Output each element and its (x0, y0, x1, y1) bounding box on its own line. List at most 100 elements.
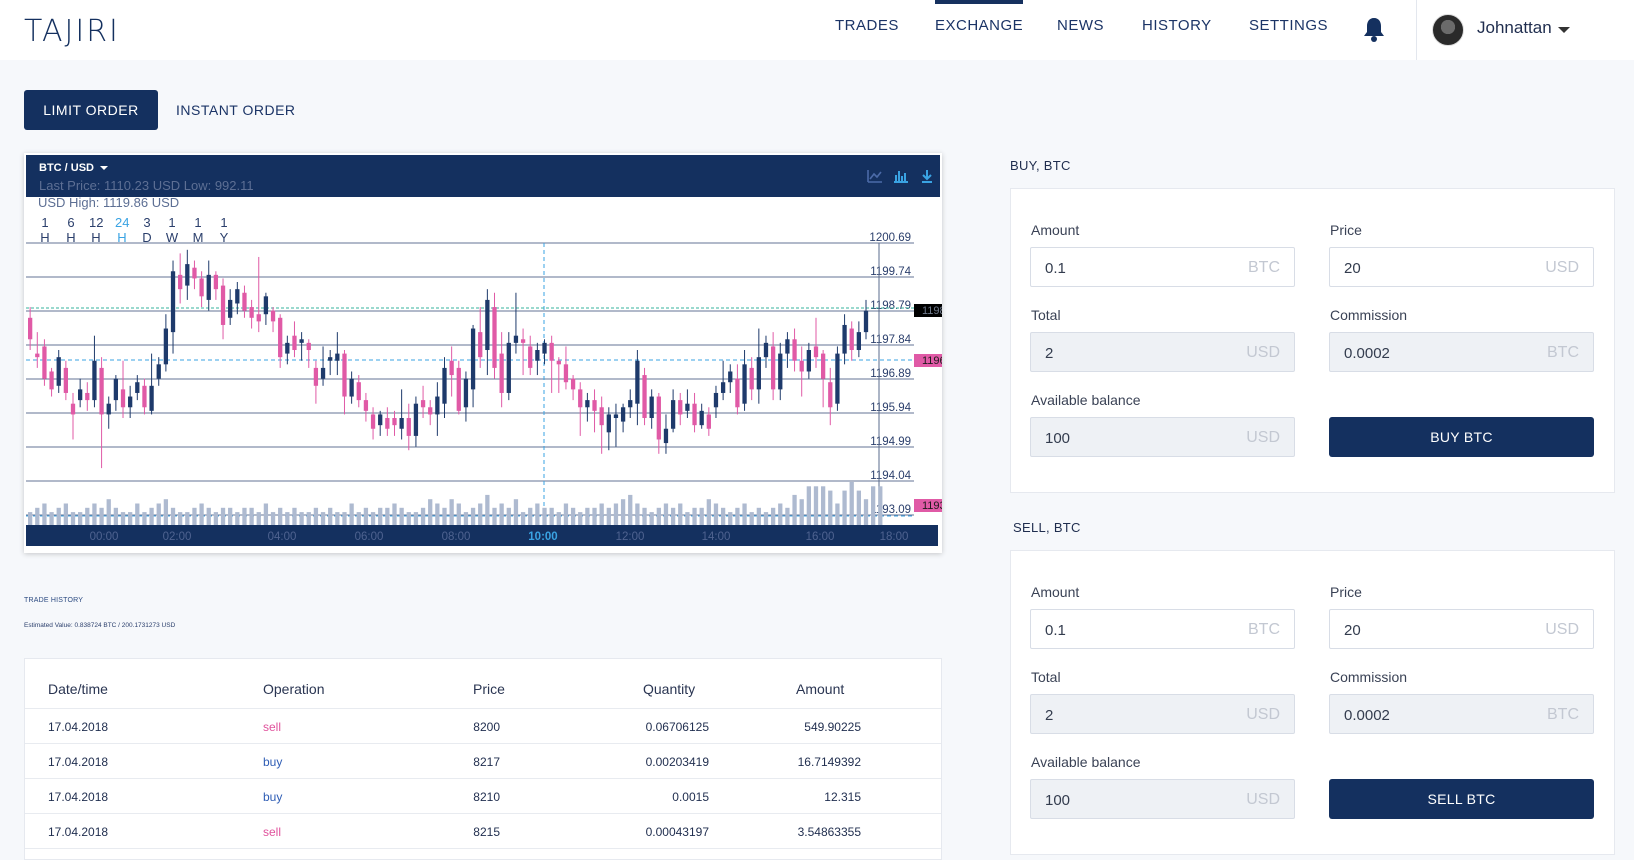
tab-limit-order[interactable]: LIMIT ORDER (24, 90, 158, 130)
sell-commission-field: 0.0002 BTC (1329, 694, 1594, 734)
sell-total-unit: USD (1246, 706, 1280, 723)
cell-date: 17.04.2018 (48, 825, 109, 839)
username[interactable]: Johnattan (1477, 18, 1552, 38)
candle (128, 396, 133, 408)
volume-bar (620, 499, 626, 525)
price-chart[interactable]: 1200.69 1199.74 1198.79 1197.84 1196.89 1195.… (24, 153, 942, 553)
candle (549, 342, 554, 361)
period-option[interactable]: 6H (64, 215, 78, 245)
table-row[interactable]: 17.04.2018 sell 8200 0.06706125 549.90225 (25, 709, 941, 744)
x-tick-label: 02:00 (163, 531, 192, 543)
volume-bar (570, 507, 576, 525)
buy-form: Amount 0.1 BTC Price 20 USD Total 2 USD … (1010, 188, 1615, 493)
avatar[interactable] (1432, 14, 1464, 46)
bell-icon[interactable] (1362, 16, 1386, 42)
x-tick-label: 14:00 (702, 531, 731, 543)
volume-bar (92, 503, 97, 525)
buy-amount-unit: BTC (1248, 259, 1280, 276)
candle (235, 289, 240, 304)
candle (506, 342, 511, 393)
candle (263, 296, 269, 315)
nav-history[interactable]: HISTORY (1142, 0, 1212, 60)
volume-bar (406, 512, 411, 525)
volume-bar (328, 507, 333, 525)
buy-amount-value: 0.1 (1045, 260, 1066, 277)
volume-bar (628, 494, 633, 525)
volume-bar (563, 503, 569, 525)
volume-bar (170, 507, 176, 525)
buy-btc-button[interactable]: BUY BTC (1329, 417, 1594, 457)
cell-date: 17.04.2018 (48, 790, 109, 804)
volume-bar (442, 507, 447, 525)
volume-bar (699, 507, 704, 525)
nav-news[interactable]: NEWS (1057, 0, 1104, 60)
table-row[interactable]: 17.04.2018 buy 8210 0.0015 12.315 (25, 779, 941, 814)
period-option[interactable]: 1Y (217, 215, 231, 245)
volume-bar (28, 512, 33, 525)
volume-bar (663, 503, 669, 525)
volume-bar (785, 507, 790, 525)
volume-bar (599, 503, 604, 525)
sell-price-field[interactable]: 20 USD (1329, 609, 1594, 649)
bar-chart-icon[interactable] (892, 167, 910, 185)
sell-amount-field[interactable]: 0.1 BTC (1030, 609, 1295, 649)
sell-price-value: 20 (1344, 622, 1361, 639)
candle (828, 382, 833, 408)
candle (713, 392, 719, 408)
chevron-down-icon[interactable] (1558, 27, 1570, 33)
volume-bar (263, 503, 269, 525)
last-price-info: Last Price: 1110.23 USD Low: 992.11 (39, 178, 254, 193)
buy-price-field[interactable]: 20 USD (1329, 247, 1594, 287)
period-option[interactable]: 1H (38, 215, 52, 245)
volume-bar (592, 507, 597, 525)
candle (728, 371, 733, 383)
volume-bar (692, 507, 697, 525)
volume-bar (456, 503, 461, 525)
buy-commission-value: 0.0002 (1344, 345, 1390, 362)
download-icon[interactable] (918, 167, 936, 185)
cell-quantity: 0.06706125 (645, 720, 709, 734)
x-tick-label: 08:00 (442, 531, 471, 543)
candle (742, 364, 747, 404)
candle (849, 328, 854, 351)
period-option[interactable]: 1W (165, 215, 179, 245)
nav-trades[interactable]: TRADES (835, 0, 899, 60)
table-row[interactable]: 17.04.2018 buy 8217 0.00203419 16.7149392 (25, 744, 941, 779)
x-tick-label: 10:00 (528, 531, 557, 543)
sell-commission-label: Commission (1330, 669, 1408, 685)
candle (213, 274, 219, 290)
buy-price-label: Price (1330, 222, 1362, 238)
volume-bar (678, 503, 683, 525)
table-row[interactable]: 17.04.2018 sell 8215 0.00043197 3.54863355 (25, 814, 941, 849)
volume-bar (63, 503, 69, 525)
app-logo[interactable]: TAJIRI (24, 14, 120, 49)
candle (278, 317, 283, 358)
tab-instant-order[interactable]: INSTANT ORDER (176, 90, 296, 130)
candle (835, 353, 840, 404)
cell-price: 8215 (473, 825, 500, 839)
period-option[interactable]: 24 H (115, 215, 129, 245)
candle (813, 346, 819, 358)
volume-bar (670, 507, 676, 525)
period-option[interactable]: 1M (191, 215, 205, 245)
nav-exchange[interactable]: EXCHANGE (935, 0, 1024, 60)
candle (599, 407, 604, 426)
sell-price-label: Price (1330, 584, 1362, 600)
nav-settings[interactable]: SETTINGS (1249, 0, 1328, 60)
candle (463, 378, 469, 408)
pair-selector[interactable]: BTC / USD (39, 162, 108, 174)
candle (706, 414, 711, 429)
candle (456, 367, 461, 411)
candle (606, 414, 611, 433)
volume-bar (356, 512, 361, 525)
period-option[interactable]: 12 H (89, 215, 103, 245)
sell-btc-button[interactable]: SELL BTC (1329, 779, 1594, 819)
volume-bar (763, 512, 769, 525)
trade-history-title: TRADE HISTORY (24, 597, 84, 604)
line-chart-icon[interactable] (866, 167, 884, 185)
candle (670, 400, 676, 429)
period-option[interactable]: 3D (140, 215, 154, 245)
candle (313, 367, 319, 386)
candle (749, 367, 754, 390)
buy-amount-field[interactable]: 0.1 BTC (1030, 247, 1295, 287)
